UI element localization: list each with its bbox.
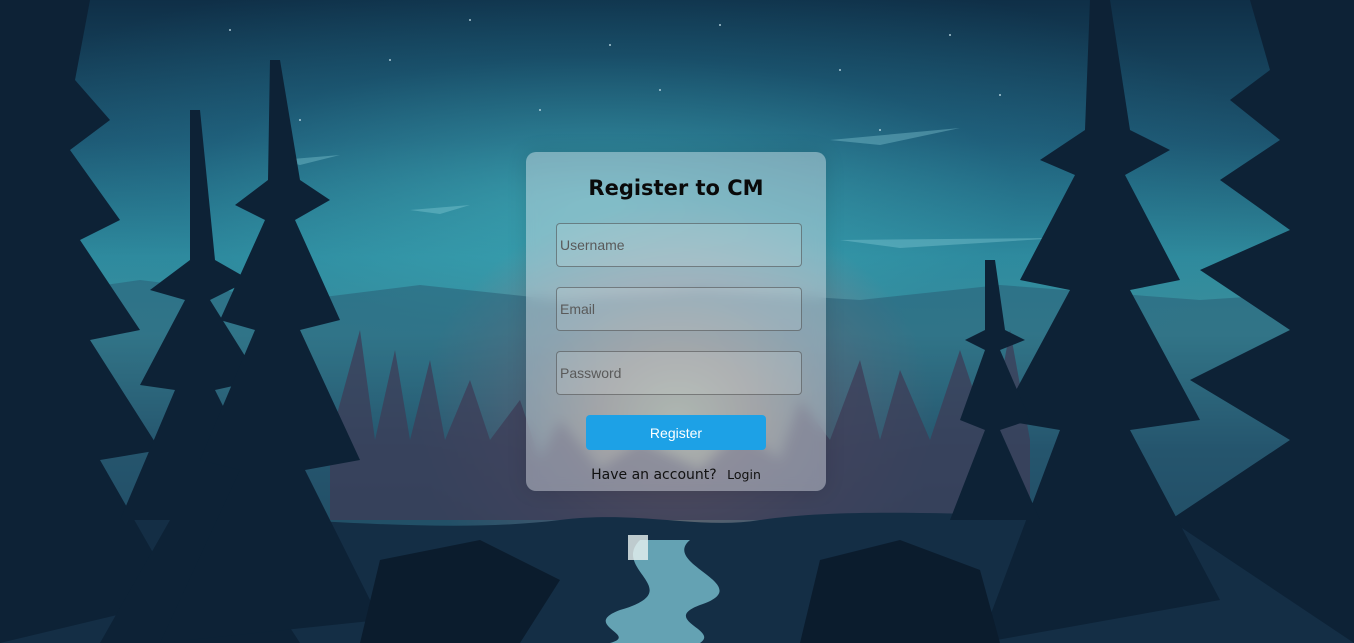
email-input[interactable]	[556, 287, 802, 331]
login-link[interactable]: Login	[727, 467, 761, 482]
form-title: Register to CM	[588, 176, 764, 200]
password-input[interactable]	[556, 351, 802, 395]
account-prompt-text: Have an account?	[591, 467, 717, 483]
username-input[interactable]	[556, 223, 802, 267]
page: Register to CM Register Have an account?…	[0, 0, 1354, 643]
register-card: Register to CM Register Have an account?…	[526, 152, 826, 491]
register-button[interactable]: Register	[586, 415, 766, 450]
login-prompt-row: Have an account? Login	[526, 467, 826, 483]
